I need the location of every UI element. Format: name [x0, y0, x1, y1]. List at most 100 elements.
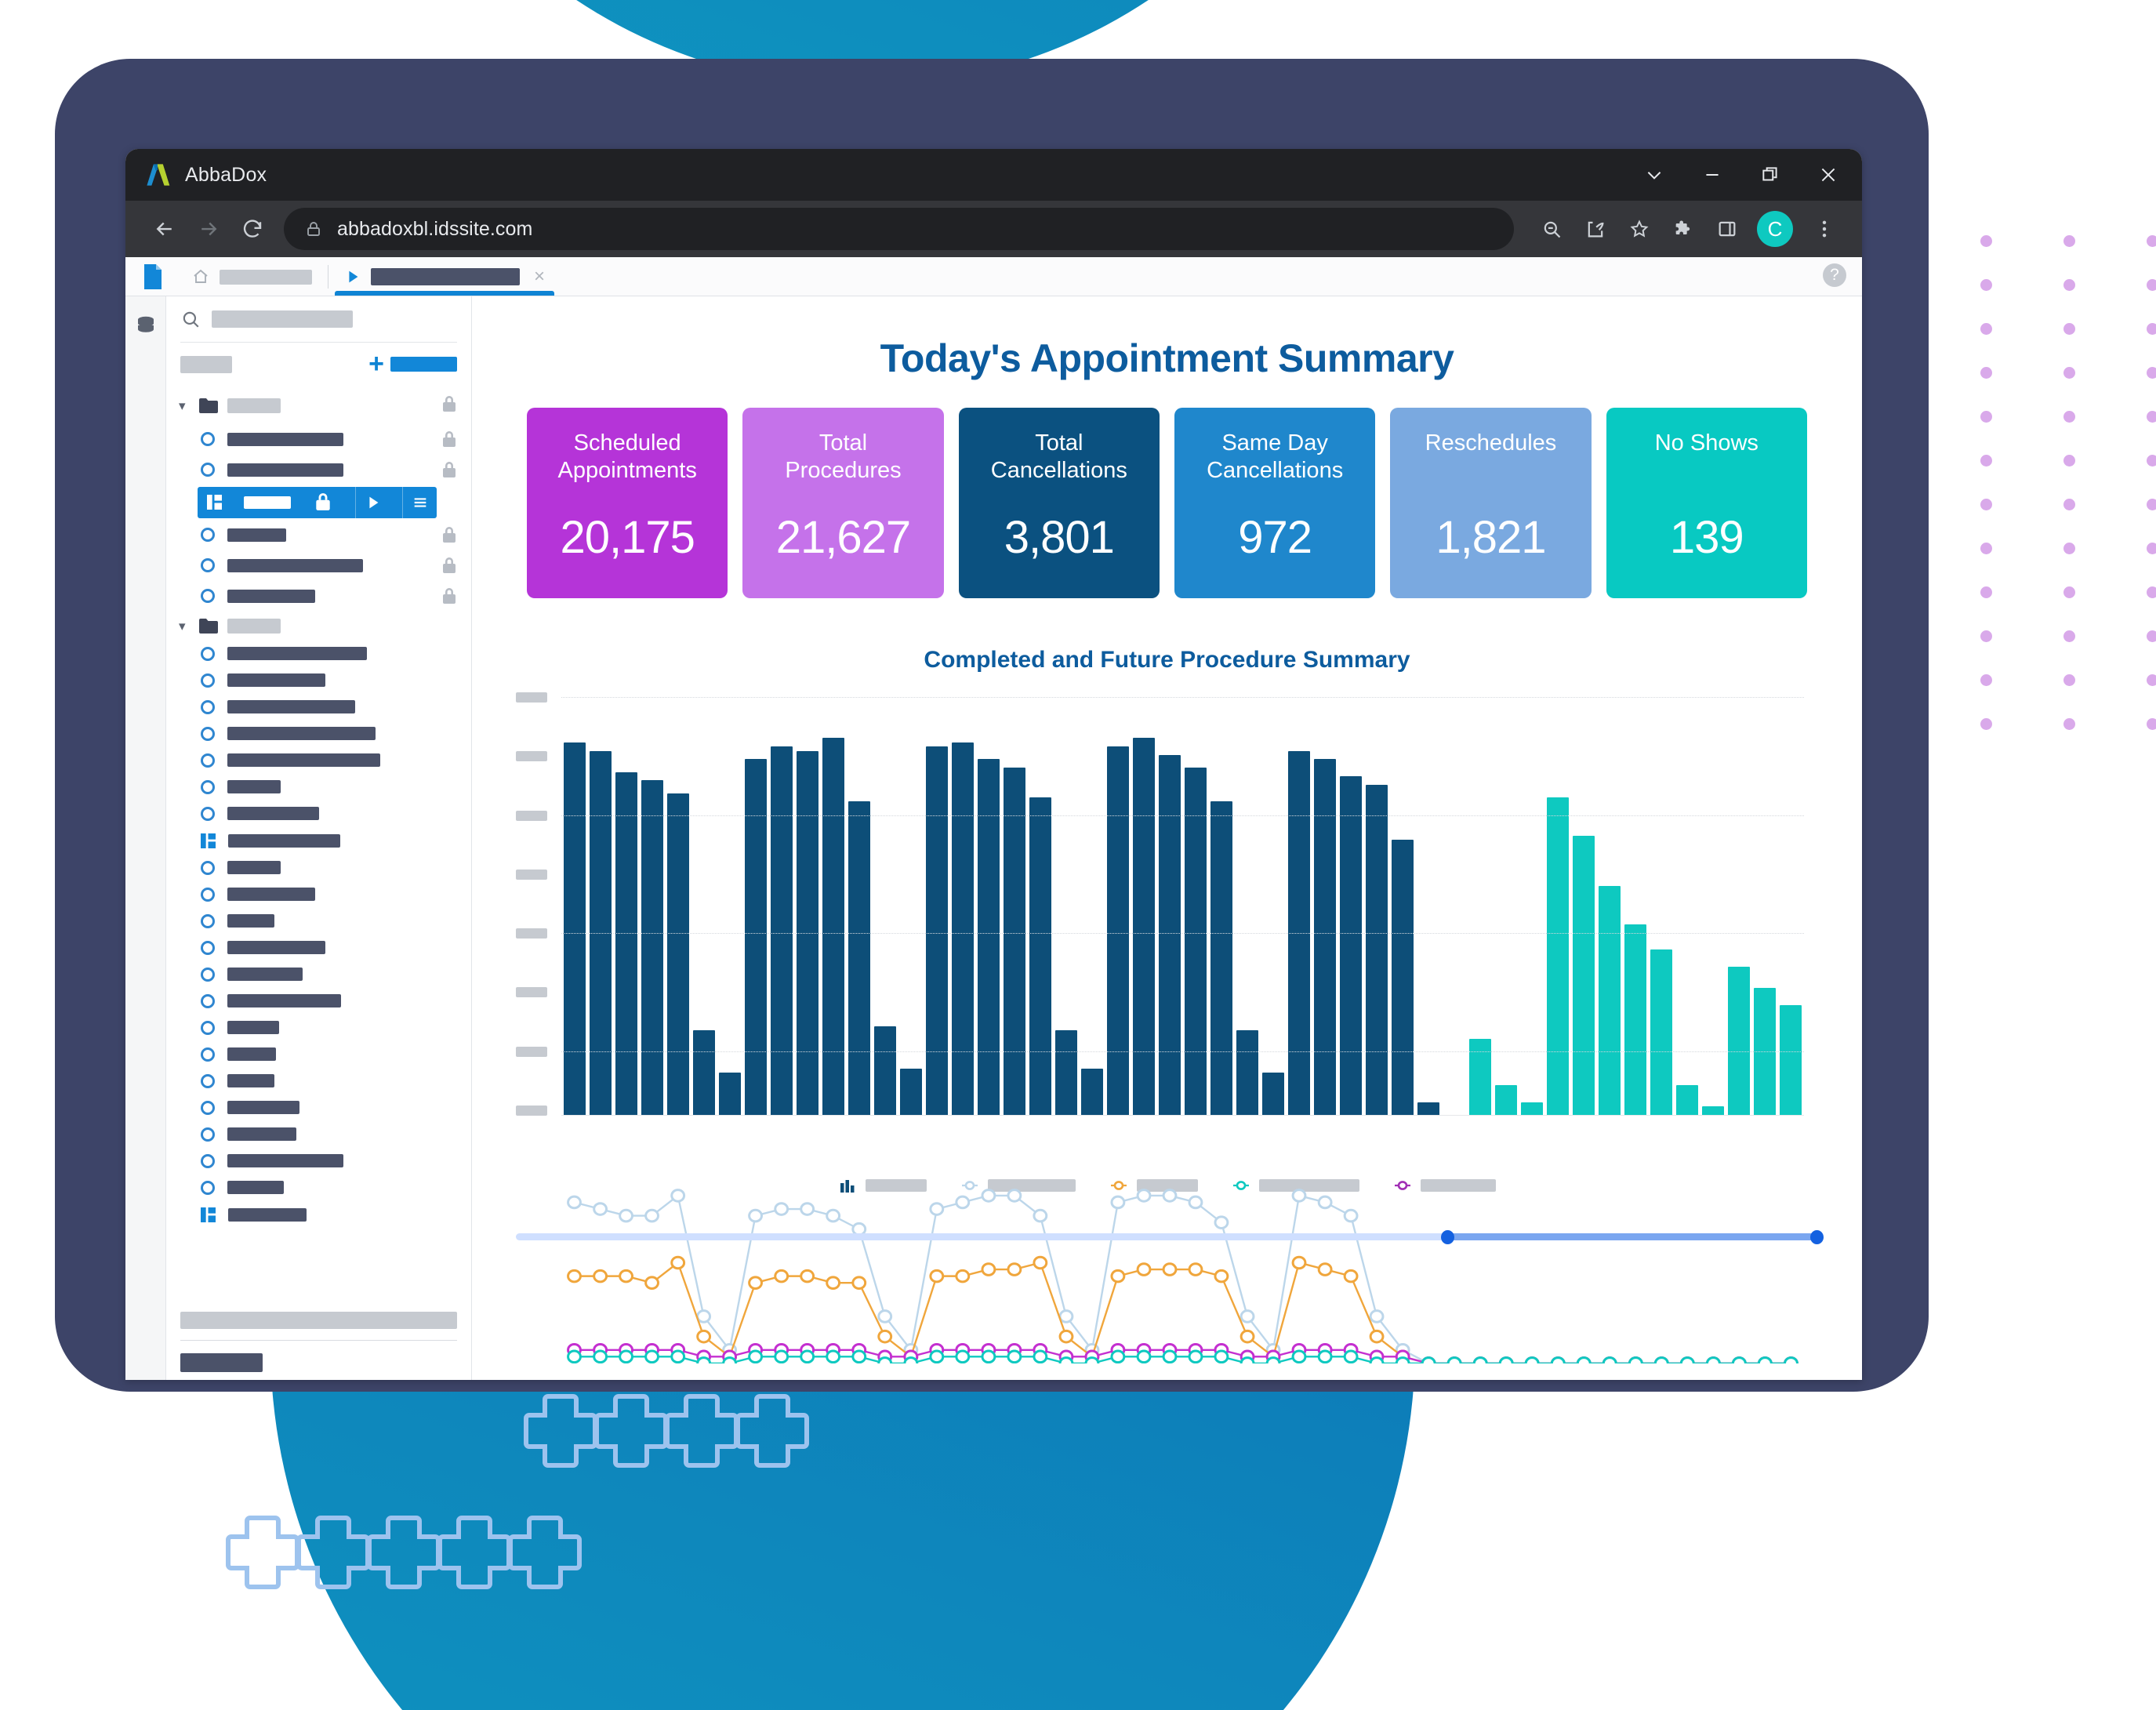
tree-item-label — [244, 496, 291, 509]
decorative-dot — [2063, 718, 2075, 730]
forward-arrow-icon[interactable] — [187, 207, 230, 251]
database-icon[interactable] — [134, 314, 158, 337]
chart-point — [1293, 1257, 1305, 1269]
tree-item[interactable] — [166, 1095, 471, 1121]
chart-point — [1370, 1311, 1383, 1323]
help-icon[interactable]: ? — [1823, 263, 1846, 287]
tree-item[interactable] — [166, 935, 471, 961]
reload-icon[interactable] — [230, 207, 274, 251]
radio-circle-icon — [201, 1100, 215, 1115]
tree-item[interactable] — [166, 1041, 471, 1068]
decorative-dot — [2063, 674, 2075, 686]
slider-knob-right[interactable] — [1810, 1230, 1824, 1244]
run-button[interactable] — [355, 486, 390, 518]
gridline — [561, 1051, 1804, 1052]
line-series — [561, 692, 1804, 1363]
sidebar-tree: ▾ ▾ — [166, 383, 471, 1312]
window-minimize-icon[interactable] — [1683, 149, 1741, 201]
search-input[interactable] — [212, 310, 353, 328]
tree-item-label — [227, 727, 376, 741]
page-title: Today's Appointment Summary — [880, 336, 1454, 380]
chart-point — [1370, 1358, 1383, 1363]
bookmark-star-icon[interactable] — [1619, 209, 1660, 249]
chevron-down-icon[interactable]: ▾ — [179, 399, 190, 412]
sidebar-footer-bar — [180, 1312, 457, 1329]
search-row[interactable] — [166, 296, 471, 342]
slider-knob-left[interactable] — [1440, 1230, 1454, 1244]
tree-item[interactable] — [166, 520, 471, 550]
tree-item[interactable] — [166, 881, 471, 908]
window-close-icon[interactable] — [1799, 149, 1857, 201]
folder-icon — [199, 618, 218, 634]
window-chevron-down-icon[interactable] — [1625, 149, 1683, 201]
url-text: abbadoxbl.idssite.com — [337, 217, 533, 240]
range-slider[interactable] — [516, 1230, 1824, 1244]
tree-item[interactable] — [166, 1201, 471, 1229]
app-tab-home[interactable] — [176, 258, 328, 296]
kpi-card[interactable]: Total Cancellations 3,801 — [958, 408, 1160, 598]
tree-item[interactable] — [166, 827, 471, 855]
decorative-dot — [2147, 411, 2156, 423]
chevron-down-icon[interactable]: ▾ — [179, 619, 190, 633]
radio-circle-icon — [201, 967, 215, 982]
address-bar[interactable]: abbadoxbl.idssite.com — [284, 208, 1514, 250]
radio-circle-icon — [201, 940, 215, 955]
tree-item[interactable] — [166, 988, 471, 1015]
kpi-card[interactable]: Same Day Cancellations 972 — [1174, 408, 1376, 598]
tree-item[interactable] — [166, 1121, 471, 1148]
add-button[interactable]: + — [368, 350, 457, 377]
window-restore-icon[interactable] — [1741, 149, 1799, 201]
kpi-label: Total Cancellations — [990, 430, 1127, 484]
zoom-out-icon[interactable] — [1531, 209, 1572, 249]
tree-item-selected[interactable] — [198, 486, 437, 518]
tree-item[interactable] — [166, 1174, 471, 1201]
chart-point — [1759, 1358, 1771, 1363]
kpi-card[interactable]: Reschedules 1,821 — [1390, 408, 1592, 598]
share-icon[interactable] — [1575, 209, 1616, 249]
lock-icon — [443, 395, 456, 412]
side-panel-icon[interactable] — [1707, 209, 1748, 249]
tree-item[interactable] — [166, 1148, 471, 1174]
document-icon[interactable] — [143, 264, 163, 289]
radio-circle-icon — [201, 528, 215, 543]
kpi-card[interactable]: No Shows 139 — [1606, 408, 1807, 598]
tree-item[interactable] — [166, 774, 471, 801]
chart-point — [1319, 1196, 1331, 1208]
tree-item-label — [227, 968, 303, 982]
kpi-card[interactable]: Scheduled Appointments 20,175 — [527, 408, 728, 598]
chart-plot-area — [561, 692, 1804, 1363]
tree-folder[interactable]: ▾ — [166, 388, 471, 424]
tree-item[interactable] — [166, 581, 471, 612]
tree-item[interactable] — [166, 721, 471, 747]
chart-point — [801, 1204, 814, 1215]
back-arrow-icon[interactable] — [143, 207, 187, 251]
tree-item[interactable] — [166, 694, 471, 721]
app-tab-close-icon[interactable]: × — [534, 267, 545, 286]
app-tab-strip: × — [125, 257, 1862, 296]
extensions-puzzle-icon[interactable] — [1663, 209, 1704, 249]
tree-item[interactable] — [166, 1015, 471, 1041]
menu-button[interactable] — [402, 486, 437, 518]
tree-item[interactable] — [166, 667, 471, 694]
tree-item[interactable] — [166, 1068, 471, 1095]
tree-item[interactable] — [166, 455, 471, 485]
tree-item[interactable] — [166, 424, 471, 455]
tree-folder[interactable]: ▾ — [166, 612, 471, 641]
radio-circle-icon — [201, 1153, 215, 1168]
tree-item[interactable] — [166, 641, 471, 667]
tree-item[interactable] — [166, 961, 471, 988]
chart-point — [1241, 1331, 1254, 1342]
kpi-card[interactable]: Total Procedures 21,627 — [742, 408, 944, 598]
tree-item[interactable] — [166, 550, 471, 581]
tree-item[interactable] — [166, 908, 471, 935]
tree-item-label — [227, 1074, 274, 1088]
tree-item[interactable] — [166, 747, 471, 774]
chart-point — [1138, 1190, 1150, 1202]
chart-point — [931, 1204, 943, 1215]
tree-item-label — [227, 941, 325, 955]
profile-avatar[interactable]: C — [1757, 211, 1793, 247]
app-tab-active[interactable]: × — [328, 258, 561, 296]
tree-item[interactable] — [166, 801, 471, 827]
tree-item[interactable] — [166, 855, 471, 881]
chrome-menu-icon[interactable] — [1804, 209, 1845, 249]
